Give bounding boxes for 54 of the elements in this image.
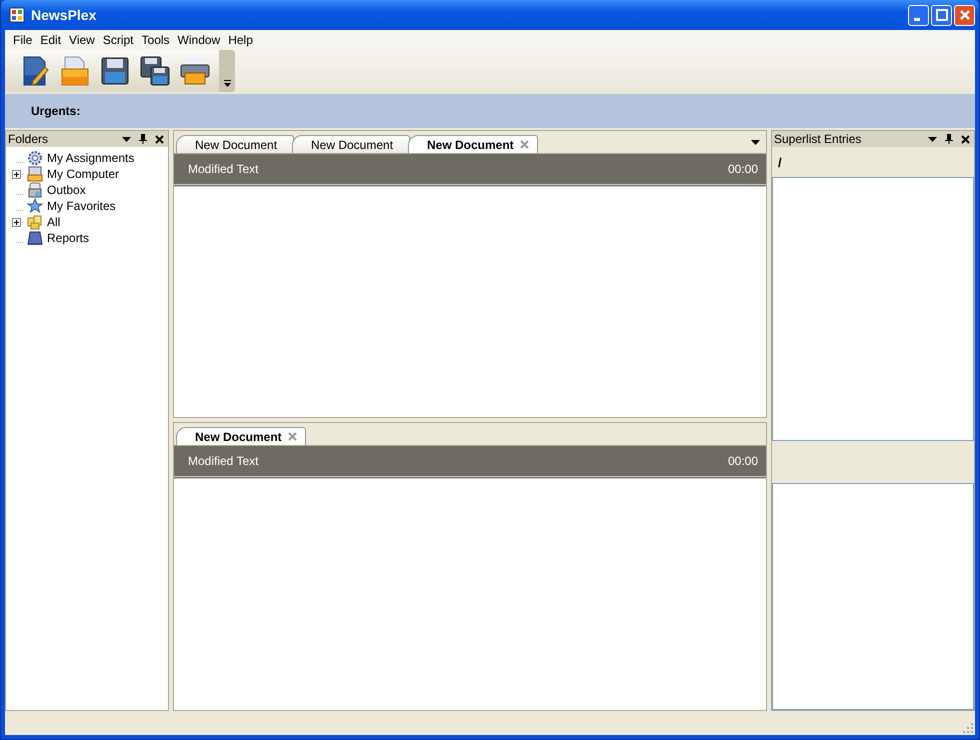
tree-item[interactable]: All	[46, 215, 62, 229]
resize-grip-icon[interactable]	[963, 723, 973, 733]
menu-item[interactable]: Script	[98, 33, 138, 47]
pin-icon[interactable]	[945, 134, 953, 144]
floppy-disks-icon[interactable]	[139, 55, 171, 87]
toolbar-overflow-button[interactable]	[219, 50, 235, 92]
panel-title: Superlist Entries	[774, 132, 862, 146]
menu-item[interactable]: View	[65, 33, 99, 47]
path-text: /	[778, 154, 782, 170]
folders-icon	[27, 214, 43, 230]
document-time: 00:00	[728, 454, 758, 468]
outbox-icon	[27, 182, 43, 198]
document-status: Modified Text	[188, 162, 258, 176]
close-icon[interactable]	[961, 134, 970, 144]
tree-item[interactable]: Reports	[46, 231, 90, 245]
document-tab[interactable]: New Document	[408, 135, 538, 153]
close-icon[interactable]	[155, 134, 164, 144]
urgents-label: Urgents:	[31, 104, 80, 118]
tree-item[interactable]: My Favorites	[46, 199, 117, 213]
menu-item[interactable]: Help	[224, 33, 257, 47]
folder-document-icon[interactable]	[59, 55, 91, 87]
printer-icon[interactable]	[179, 55, 211, 87]
panel-title: Folders	[8, 132, 50, 146]
maximize-button[interactable]	[931, 4, 952, 26]
dropdown-icon[interactable]	[751, 139, 760, 145]
dropdown-icon[interactable]	[122, 136, 131, 142]
tree-item[interactable]: My Assignments	[46, 151, 136, 165]
close-icon	[958, 9, 970, 21]
gear-icon	[27, 150, 43, 166]
tree-item[interactable]: My Computer	[46, 167, 120, 181]
tree-item[interactable]: Outbox	[46, 183, 87, 197]
app-icon	[9, 7, 25, 23]
pin-icon[interactable]	[139, 134, 147, 144]
menu-item[interactable]: Tools	[138, 33, 174, 47]
menu-item[interactable]: Window	[174, 33, 224, 47]
document-tab[interactable]: New Document	[176, 427, 306, 445]
expander-icon[interactable]	[12, 218, 21, 226]
window-title: NewsPlex	[31, 7, 98, 23]
minimize-icon	[914, 18, 920, 20]
maximize-icon	[936, 9, 948, 21]
menu-item[interactable]: File	[9, 33, 36, 47]
chevron-icon	[224, 80, 230, 88]
computer-icon	[27, 166, 43, 182]
document-status: Modified Text	[188, 454, 258, 468]
minimize-button[interactable]	[908, 4, 929, 26]
document-tab[interactable]: New Document	[292, 135, 410, 153]
expander-icon[interactable]	[12, 170, 21, 178]
dropdown-icon[interactable]	[928, 136, 937, 142]
star-icon	[27, 198, 43, 214]
report-icon	[27, 230, 43, 246]
menu-item[interactable]: Edit	[36, 33, 66, 47]
document-tab[interactable]: New Document	[176, 135, 294, 153]
document-time: 00:00	[728, 162, 758, 176]
close-button[interactable]	[954, 4, 975, 26]
